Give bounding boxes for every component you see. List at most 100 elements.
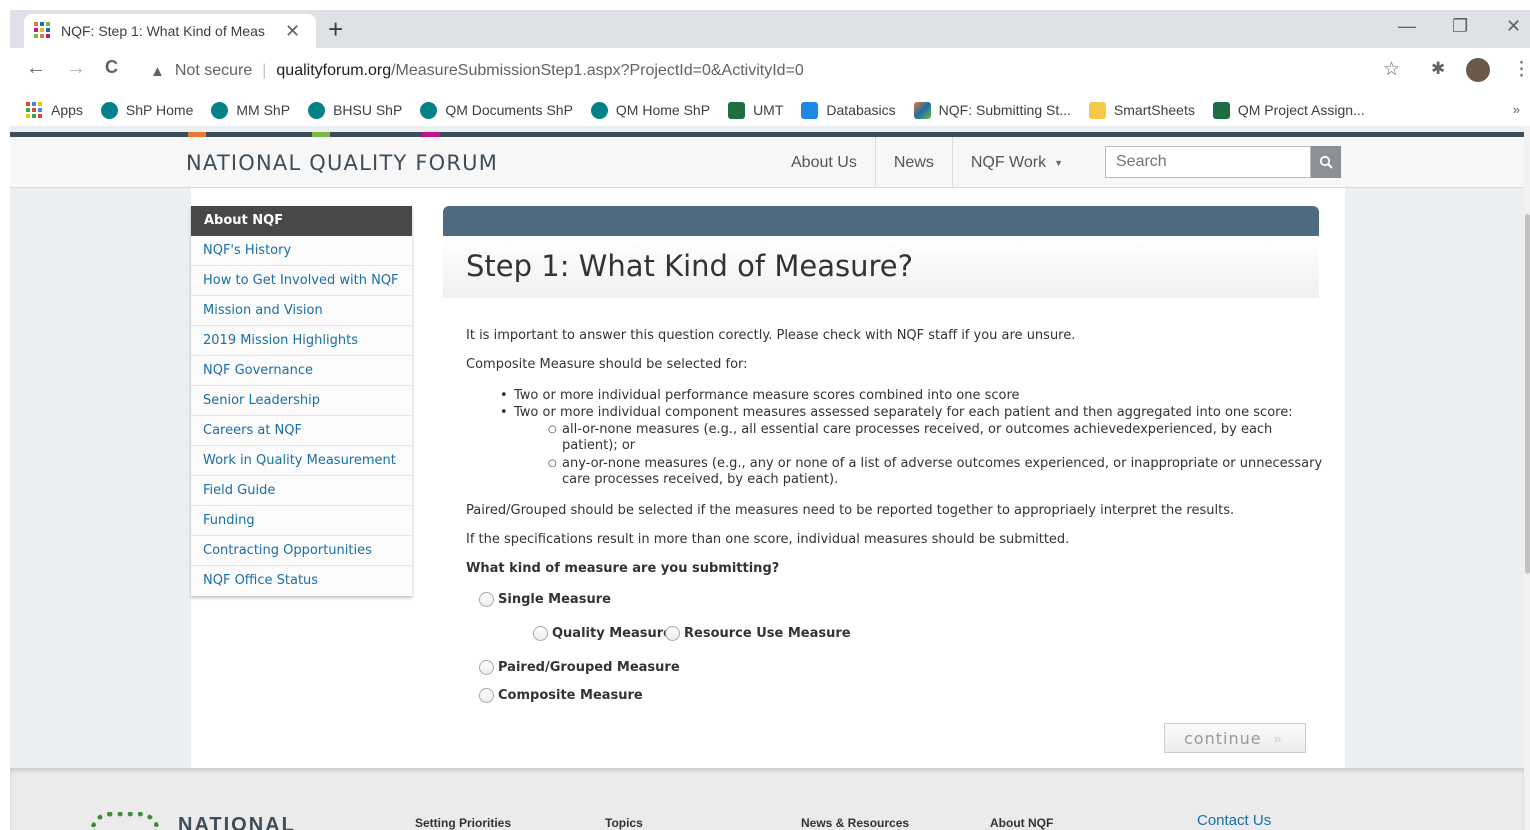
sub-bullet-circle-icon: ○: [548, 424, 557, 435]
sharepoint-icon: [308, 101, 326, 119]
search-icon: [1319, 155, 1333, 169]
security-label: Not secure: [174, 62, 253, 79]
radio-resource-use-measure[interactable]: Resource Use Measure: [665, 626, 851, 641]
radio-quality-measure[interactable]: Quality Measure: [533, 626, 672, 641]
footer-link-setting-priorities[interactable]: Setting Priorities: [415, 816, 511, 830]
search-input[interactable]: [1105, 146, 1311, 178]
radio-circle-icon: [479, 688, 494, 703]
sidebar-item-quality-measurement[interactable]: Work in Quality Measurement: [191, 446, 412, 476]
sub-bullet-item-cont: care processes received, by each patient…: [562, 472, 839, 487]
bookmark-label: Databasics: [826, 102, 896, 118]
bookmark-apps[interactable]: Apps: [26, 101, 83, 119]
minimize-button[interactable]: —: [1398, 16, 1416, 37]
continue-label: continue: [1184, 728, 1262, 748]
measure-question: What kind of measure are you submitting?: [466, 561, 780, 576]
new-tab-button[interactable]: +: [328, 16, 343, 42]
bullet-dot-icon: •: [500, 388, 508, 403]
site-header: NATIONAL QUALITY FORUM About Us News NQF…: [10, 137, 1524, 188]
footer-link-about-nqf[interactable]: About NQF: [990, 816, 1053, 830]
address-toolbar: ← → C ▲ Not secure | qualityforum.org /M…: [10, 48, 1530, 94]
sidebar-item-get-involved[interactable]: How to Get Involved with NQF: [191, 266, 412, 296]
nqf-logo-icon: [90, 812, 160, 830]
tab-close-icon[interactable]: ✕: [285, 22, 300, 40]
sidebar: About NQF NQF's History How to Get Invol…: [191, 206, 412, 596]
bookmark-shp-home[interactable]: ShP Home: [100, 101, 194, 119]
bookmark-label: SmartSheets: [1113, 102, 1195, 118]
excel-icon: [728, 101, 746, 119]
sidebar-item-governance[interactable]: NQF Governance: [191, 356, 412, 386]
bookmark-label: NQF: Submitting St...: [938, 102, 1071, 118]
nav-label: News: [893, 153, 934, 171]
forward-button[interactable]: →: [66, 58, 86, 78]
bullet-item: Two or more individual performance measu…: [514, 388, 1020, 403]
nav-label: About Us: [791, 153, 857, 171]
bookmark-umt[interactable]: UMT: [728, 101, 783, 119]
bullet-item: Two or more individual component measure…: [514, 405, 1293, 420]
extensions-icon[interactable]: ✱: [1431, 60, 1445, 77]
reload-button[interactable]: C: [105, 58, 118, 76]
star-icon[interactable]: ☆: [1383, 60, 1400, 79]
paired-note: Paired/Grouped should be selected if the…: [466, 503, 1235, 518]
browser-tab[interactable]: NQF: Step 1: What Kind of Meas ✕: [24, 14, 316, 48]
bookmark-qm-project-assign[interactable]: QM Project Assign...: [1212, 101, 1365, 119]
sidebar-item-office-status[interactable]: NQF Office Status: [191, 566, 412, 596]
site-logo[interactable]: NATIONAL QUALITY FORUM: [186, 151, 498, 175]
bookmark-label: QM Home ShP: [615, 102, 711, 118]
bullet-dot-icon: •: [500, 405, 508, 420]
continue-button[interactable]: continue »: [1164, 723, 1306, 753]
nqf-favicon-icon: [34, 22, 52, 40]
restore-button[interactable]: ❐: [1452, 16, 1468, 37]
bookmark-databasics[interactable]: Databasics: [801, 101, 896, 119]
sharepoint-icon: [100, 101, 118, 119]
radio-composite-measure[interactable]: Composite Measure: [479, 688, 643, 703]
radio-circle-icon: [533, 626, 548, 641]
nav-about-us[interactable]: About Us: [773, 137, 875, 188]
sub-bullet-item-cont: patient); or: [562, 438, 636, 453]
composite-heading: Composite Measure should be selected for…: [466, 357, 748, 372]
caret-down-icon: ▼: [1054, 157, 1064, 168]
close-window-button[interactable]: ✕: [1506, 16, 1521, 37]
sidebar-item-mission-vision[interactable]: Mission and Vision: [191, 296, 412, 326]
nav-news[interactable]: News: [874, 137, 952, 188]
url-domain: qualityforum.org: [276, 62, 392, 79]
avatar[interactable]: [1466, 58, 1490, 82]
sidebar-item-careers[interactable]: Careers at NQF: [191, 416, 412, 446]
search-button[interactable]: [1311, 146, 1341, 178]
bookmark-label: BHSU ShP: [333, 102, 403, 118]
bookmark-label: Apps: [51, 102, 83, 118]
bookmark-smartsheets[interactable]: SmartSheets: [1088, 101, 1195, 119]
radio-label: Quality Measure: [552, 626, 672, 641]
sidebar-item-contracting[interactable]: Contracting Opportunities: [191, 536, 412, 566]
sidebar-item-history[interactable]: NQF's History: [191, 236, 412, 266]
menu-icon[interactable]: ⋮: [1512, 60, 1530, 79]
bookmark-label: MM ShP: [236, 102, 291, 118]
intro-text: It is important to answer this question …: [466, 328, 1076, 343]
bookmark-bhsu-shp[interactable]: BHSU ShP: [308, 101, 403, 119]
radio-label: Single Measure: [498, 592, 611, 607]
sharepoint-icon: [211, 101, 229, 119]
nav-nqf-work[interactable]: NQF Work ▼: [951, 137, 1081, 188]
bookmark-qm-documents-shp[interactable]: QM Documents ShP: [420, 101, 573, 119]
radio-label: Paired/Grouped Measure: [498, 660, 680, 675]
bookmark-mm-shp[interactable]: MM ShP: [211, 101, 291, 119]
nav-label: NQF Work: [970, 153, 1047, 171]
site-footer: NATIONAL Setting Priorities Topics News …: [10, 768, 1524, 830]
sidebar-item-funding[interactable]: Funding: [191, 506, 412, 536]
bookmark-label: ShP Home: [125, 102, 194, 118]
footer-contact-link[interactable]: Contact Us: [1197, 812, 1271, 829]
back-button[interactable]: ←: [26, 58, 46, 78]
sidebar-item-mission-highlights[interactable]: 2019 Mission Highlights: [191, 326, 412, 356]
footer-link-topics[interactable]: Topics: [605, 816, 643, 830]
bookmark-qm-home-shp[interactable]: QM Home ShP: [590, 101, 711, 119]
radio-single-measure[interactable]: Single Measure: [479, 592, 611, 607]
warning-icon: ▲: [150, 62, 165, 80]
bookmarks-overflow-icon[interactable]: »: [1513, 102, 1520, 117]
radio-paired-grouped-measure[interactable]: Paired/Grouped Measure: [479, 660, 680, 675]
sidebar-item-field-guide[interactable]: Field Guide: [191, 476, 412, 506]
scrollbar-thumb[interactable]: [1525, 214, 1530, 574]
excel-icon: [1212, 101, 1230, 119]
address-bar[interactable]: ▲ Not secure | qualityforum.org /Measure…: [150, 56, 1230, 86]
sidebar-item-senior-leadership[interactable]: Senior Leadership: [191, 386, 412, 416]
bookmark-nqf-submitting[interactable]: NQF: Submitting St...: [913, 101, 1071, 119]
footer-link-news-resources[interactable]: News & Resources: [801, 816, 909, 830]
